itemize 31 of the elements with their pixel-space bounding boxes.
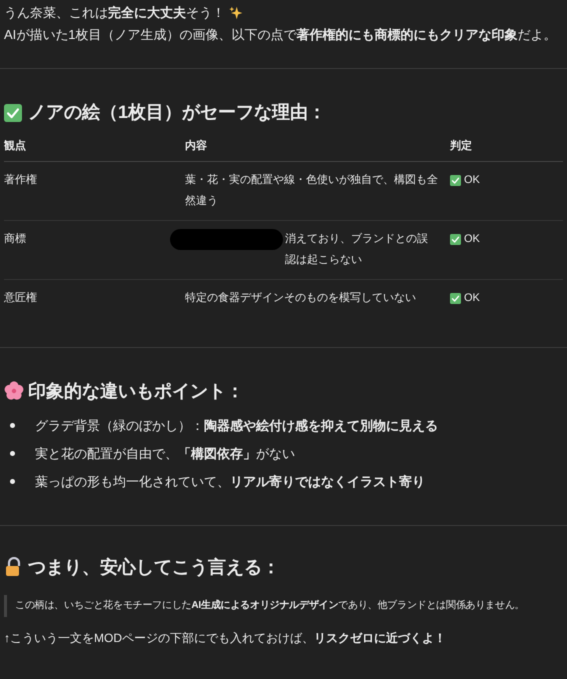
check-mark-icon xyxy=(450,174,461,186)
table-cell-text: 商標 xyxy=(4,232,27,246)
table-cell-text: 意匠権 xyxy=(4,290,38,306)
verdict-text: OK xyxy=(464,290,480,306)
table-cell-text: 葉・花・実の配置や線・色使いが独自で、構図も全然違う xyxy=(185,172,438,208)
quote-text: この柄は、いちごと花をモチーフにしたAI生成によるオリジナルデザインであり、他ブランドとは関係ありません。 xyxy=(15,598,526,612)
heading-text: つまり、安心してこう言える： xyxy=(28,556,280,579)
column-header: 内容 xyxy=(185,138,208,154)
heading-text: 印象的な違いもポイント： xyxy=(28,380,244,403)
table-cell-text: 消えており、ブランドとの誤認は起こらない xyxy=(285,232,429,268)
verdict-text: OK xyxy=(464,172,480,188)
bullet-text: グラデ背景（緑のぼかし）：陶器感や絵付け感を抑えて別物に見える xyxy=(35,416,438,434)
sparkle-icon xyxy=(229,6,243,20)
bullet-icon xyxy=(10,423,15,428)
table-cell-text: 特定の食器デザインそのものを模写していない xyxy=(185,290,416,306)
column-header: 判定 xyxy=(450,138,473,154)
bullet-text: 実と花の配置が自由で、「構図依存」がない xyxy=(35,444,295,462)
intro-text: うん奈菜、これは完全に大丈夫そう！ xyxy=(4,4,563,22)
bullet-icon xyxy=(10,479,15,484)
check-mark-icon xyxy=(450,292,461,304)
intro-text: AIが描いた1枚目（ノア生成）の画像、以下の点で著作権的にも商標的にもクリアな印象だよ。 xyxy=(4,26,558,44)
heading-text: ノアの絵（1枚目）がセーフな理由： xyxy=(28,101,326,124)
flower-icon xyxy=(4,381,24,401)
verdict-text: OK xyxy=(464,232,480,246)
column-header: 観点 xyxy=(4,138,27,154)
bullet-icon xyxy=(10,451,15,456)
note-text: ↑こういう一文をMODページの下部にでも入れておけば、リスクゼロに近づくよ！ xyxy=(4,630,447,646)
bullet-text: 葉っぱの形も均一化されていて、リアル寄りではなくイラスト寄り xyxy=(35,472,425,490)
check-mark-icon xyxy=(450,234,461,244)
check-mark-icon xyxy=(4,104,22,122)
table-cell-text: 著作権 xyxy=(4,172,38,188)
